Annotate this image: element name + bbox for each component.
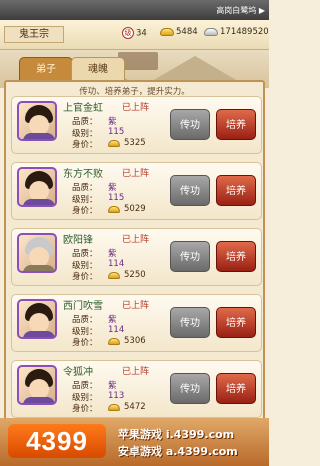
- sect-name[interactable]: 鬼王宗: [4, 26, 64, 43]
- train-button[interactable]: 培养: [216, 241, 256, 272]
- price-label: 身价：: [72, 404, 98, 414]
- price-label: 身价：: [72, 140, 98, 150]
- disciple-avatar[interactable]: [17, 167, 57, 207]
- gold-ingot-icon: [108, 338, 120, 345]
- disciple-avatar[interactable]: [17, 365, 57, 405]
- status-badge: 已上阵: [122, 103, 150, 113]
- disciple-avatar[interactable]: [17, 299, 57, 339]
- disciple-avatar[interactable]: [17, 233, 57, 273]
- title-bar: 高岗白鹭坞 ▶: [0, 0, 269, 20]
- quality-label: 品质：: [72, 183, 98, 193]
- quality-label: 品质：: [72, 315, 98, 325]
- quality-label: 品质：: [72, 381, 98, 391]
- gold-ingot-icon: [108, 140, 120, 147]
- tab-disciples[interactable]: 弟子: [19, 57, 73, 81]
- silver-ingot-icon: [204, 27, 218, 36]
- price-value: 5472: [124, 402, 146, 412]
- transfer-button[interactable]: 传功: [170, 109, 210, 140]
- train-button[interactable]: 培养: [216, 307, 256, 338]
- token-icon: 级: [122, 27, 134, 39]
- disciple-name: 西门吹雪: [63, 301, 103, 312]
- disciple-row[interactable]: 东方不败 已上阵 品质： 紫 级别： 115 身价： 5029 传功 培养: [11, 162, 262, 220]
- disciple-row[interactable]: 上官金虹 已上阵 品质： 紫 级别： 115 身价： 5325 传功 培养: [11, 96, 262, 154]
- level-value: 113: [108, 391, 125, 401]
- price-value: 5029: [124, 204, 146, 214]
- watermark-banner: 4399 苹果游戏 i.4399.com 安卓游戏 a.4399.com: [0, 418, 269, 466]
- train-button[interactable]: 培养: [216, 175, 256, 206]
- resource-token: 级 34: [122, 27, 147, 39]
- price-label: 身价：: [72, 272, 98, 282]
- transfer-button[interactable]: 传功: [170, 373, 210, 404]
- transfer-button[interactable]: 传功: [170, 241, 210, 272]
- gold-count: 5484: [176, 27, 198, 37]
- disciple-row[interactable]: 西门吹雪 已上阵 品质： 紫 级别： 114 身价： 5306 传功 培养: [11, 294, 262, 352]
- quality-value: 紫: [108, 249, 117, 259]
- disciple-row[interactable]: 令狐冲 已上阵 品质： 紫 级别： 113 身价： 5472 传功 培养: [11, 360, 262, 418]
- disciple-panel: 传功、培养弟子，提升实力。 上官金虹 已上阵 品质： 紫 级别： 115 身价：…: [4, 80, 265, 432]
- token-count: 34: [136, 28, 147, 39]
- transfer-button[interactable]: 传功: [170, 175, 210, 206]
- price-value: 5306: [124, 336, 146, 346]
- status-badge: 已上阵: [122, 169, 150, 179]
- quality-value: 紫: [108, 315, 117, 325]
- watermark-line-android: 安卓游戏 a.4399.com: [118, 445, 238, 458]
- resource-gold: 5484: [160, 27, 198, 37]
- level-value: 115: [108, 193, 125, 203]
- gold-ingot-icon: [108, 206, 120, 213]
- tab-souls[interactable]: 魂魄: [71, 57, 125, 81]
- status-badge: 已上阵: [122, 235, 150, 245]
- watermark-line-ios: 苹果游戏 i.4399.com: [118, 428, 235, 441]
- price-value: 5325: [124, 138, 146, 148]
- resource-silver: 171489520: [204, 27, 269, 37]
- silver-count: 171489520: [220, 27, 269, 37]
- disciple-name: 上官金虹: [63, 103, 103, 114]
- disciple-name: 欧阳锋: [63, 235, 93, 246]
- price-value: 5250: [124, 270, 146, 280]
- disciple-name: 令狐冲: [63, 367, 93, 378]
- disciple-name: 东方不败: [63, 169, 103, 180]
- quality-label: 品质：: [72, 117, 98, 127]
- quality-value: 紫: [108, 117, 117, 127]
- logo-4399: 4399: [8, 424, 106, 458]
- status-badge: 已上阵: [122, 301, 150, 311]
- train-button[interactable]: 培养: [216, 373, 256, 404]
- level-value: 115: [108, 127, 125, 137]
- level-value: 114: [108, 325, 125, 335]
- location-title[interactable]: 高岗白鹭坞 ▶: [216, 6, 265, 15]
- gold-ingot-icon: [160, 27, 174, 36]
- level-value: 114: [108, 259, 125, 269]
- quality-value: 紫: [108, 183, 117, 193]
- disciple-avatar[interactable]: [17, 101, 57, 141]
- price-label: 身价：: [72, 338, 98, 348]
- status-badge: 已上阵: [122, 367, 150, 377]
- quality-value: 紫: [108, 381, 117, 391]
- train-button[interactable]: 培养: [216, 109, 256, 140]
- header-bar: 鬼王宗 级 34 5484 171489520: [0, 20, 269, 50]
- price-label: 身价：: [72, 206, 98, 216]
- gold-ingot-icon: [108, 272, 120, 279]
- disciple-row[interactable]: 欧阳锋 已上阵 品质： 紫 级别： 114 身价： 5250 传功 培养: [11, 228, 262, 286]
- quality-label: 品质：: [72, 249, 98, 259]
- transfer-button[interactable]: 传功: [170, 307, 210, 338]
- gold-ingot-icon: [108, 404, 120, 411]
